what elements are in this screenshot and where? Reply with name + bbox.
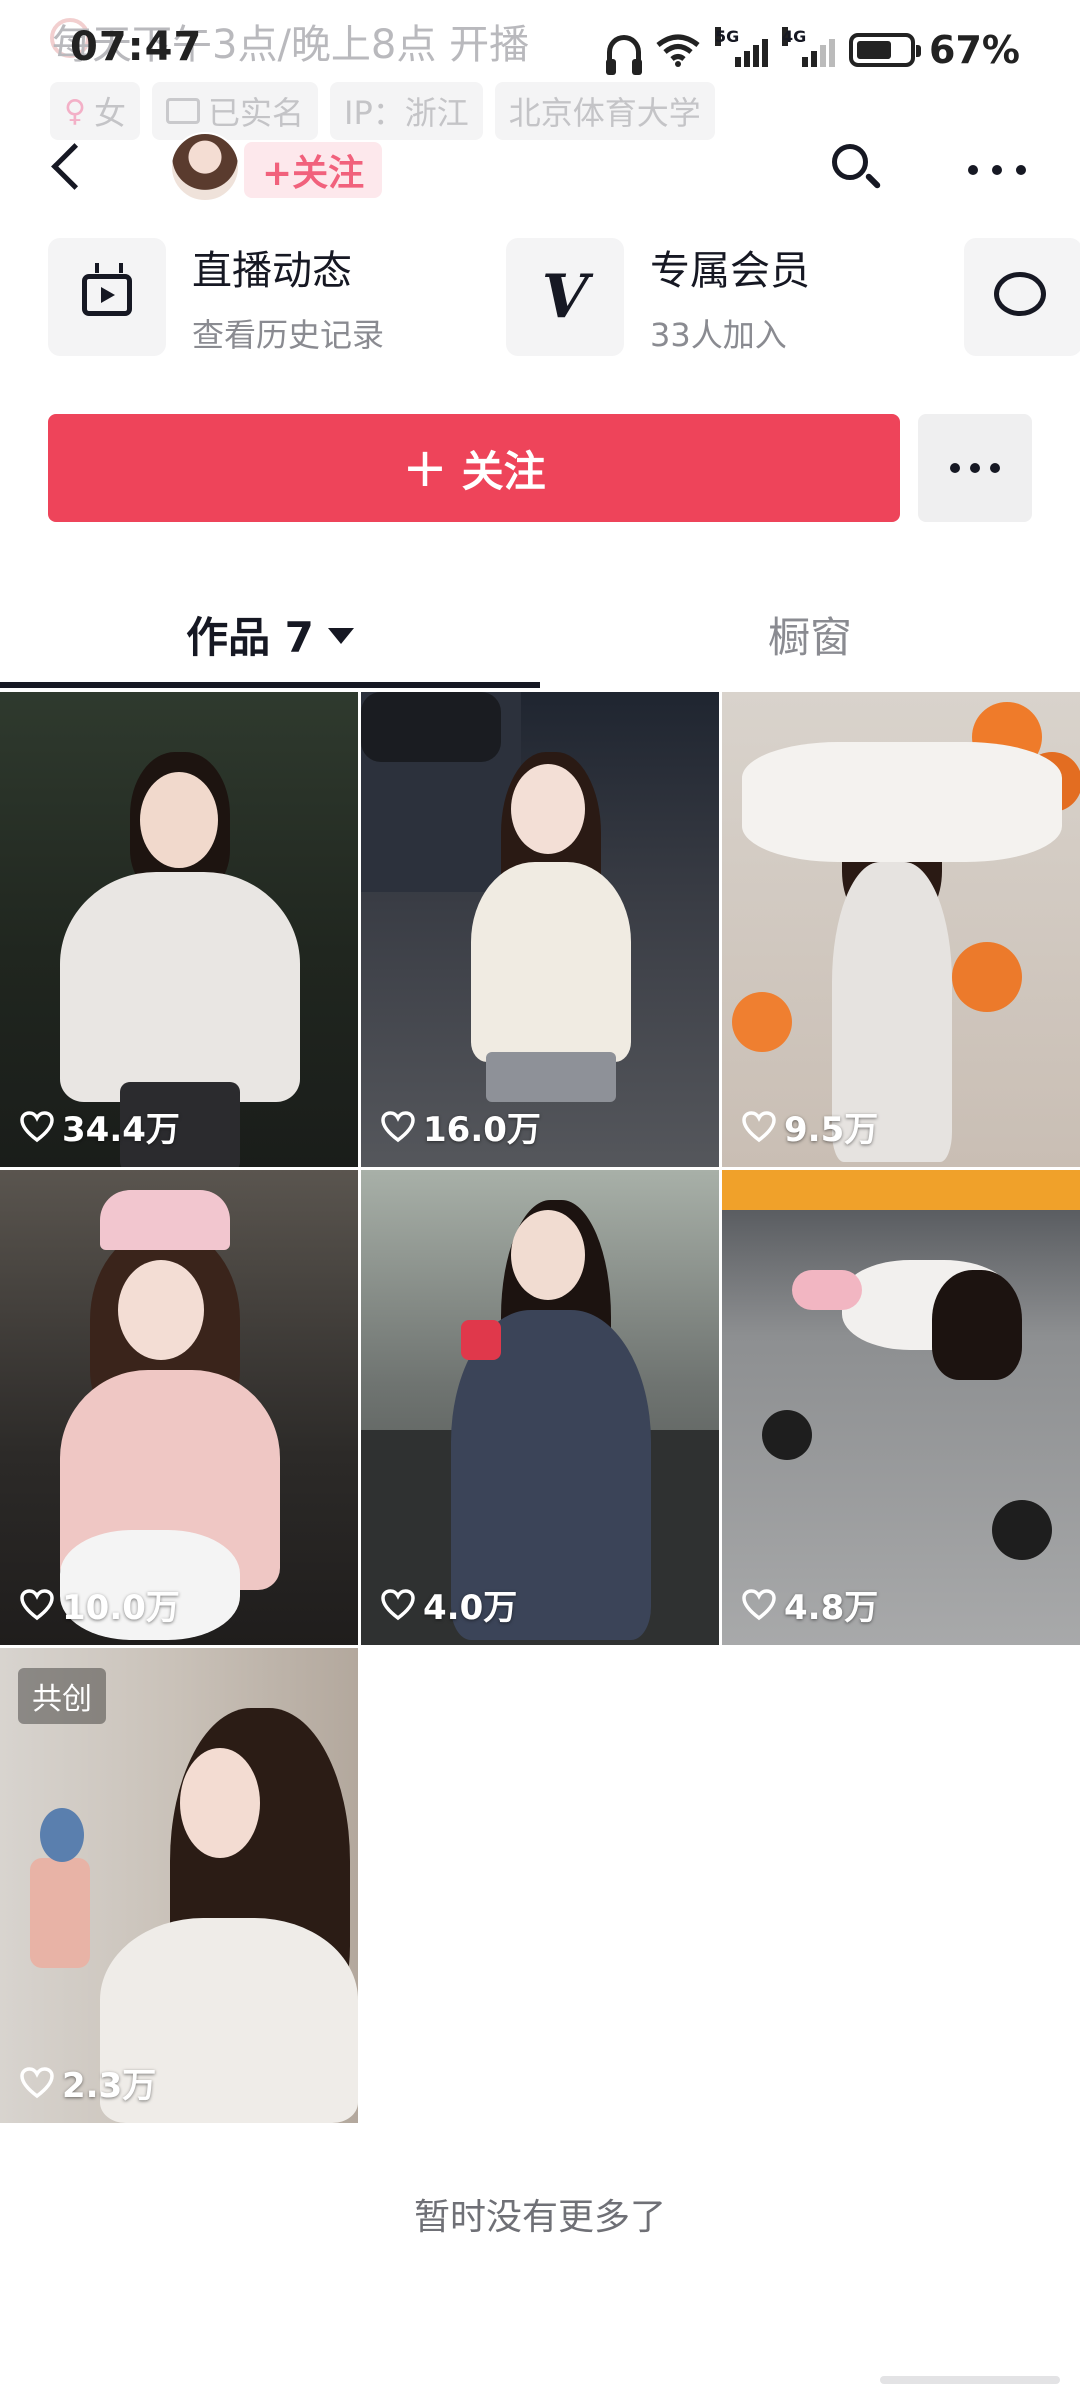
- service-title: 专属会员: [650, 248, 810, 294]
- tv-icon: [82, 274, 132, 316]
- service-icon-box: V: [506, 238, 624, 356]
- tab-label: 橱窗: [767, 612, 852, 662]
- video-grid: 34.4万 16.0万 9.5万 10.0万 4.0万 4.8万 共创 2.3万: [0, 692, 1080, 2123]
- tab-indicator: [0, 682, 540, 688]
- home-indicator[interactable]: [880, 2376, 1060, 2384]
- search-button[interactable]: [826, 138, 886, 198]
- tab-label: 作品 7: [186, 612, 314, 662]
- video-thumbnail[interactable]: 16.0万: [361, 692, 719, 1167]
- phone: [30, 1858, 90, 1968]
- likes-count: 9.5万: [784, 1110, 879, 1150]
- likes-count: 34.4万: [62, 1110, 180, 1150]
- video-thumbnail[interactable]: 4.0万: [361, 1170, 719, 1645]
- battery-icon: [849, 33, 922, 67]
- figure-hair: [932, 1270, 1022, 1380]
- figure-head: [140, 772, 218, 868]
- video-thumbnail[interactable]: 34.4万: [0, 692, 358, 1167]
- video-thumbnail[interactable]: 9.5万: [722, 692, 1080, 1167]
- avatar[interactable]: [170, 132, 240, 202]
- back-button[interactable]: [44, 138, 104, 198]
- figure-shorts: [792, 1270, 862, 1310]
- service-icon-box: [964, 238, 1080, 356]
- service-icon-box: [48, 238, 166, 356]
- plus-icon: +: [402, 436, 448, 499]
- nav-follow-button[interactable]: +关注: [244, 142, 383, 198]
- service-subtitle: 查看历史记录: [192, 316, 385, 354]
- likes-count: 4.8万: [784, 1588, 879, 1628]
- signal-5g-icon: 5G: [715, 27, 769, 67]
- video-likes: 10.0万: [20, 1580, 180, 1629]
- status-time: 07:47: [70, 24, 203, 70]
- more-options-button[interactable]: [962, 142, 1032, 198]
- system-icons: 5G 4G 67%: [606, 27, 1020, 75]
- service-cards: 直播动态 查看历史记录 V 专属会员 33人加入 公 3: [48, 232, 1080, 362]
- v-icon: V: [541, 262, 589, 332]
- likes-count: 4.0万: [423, 1588, 518, 1628]
- dumbbell: [762, 1410, 812, 1460]
- follow-label: 关注: [461, 446, 546, 496]
- heart-icon: [20, 1110, 54, 1143]
- service-title: 直播动态: [192, 248, 352, 294]
- network-4g-label: 4G: [782, 27, 807, 46]
- figure-cap: [100, 1190, 230, 1250]
- figure-skirt: [486, 1052, 616, 1102]
- video-thumbnail[interactable]: 4.8万: [722, 1170, 1080, 1645]
- service-subtitle: 33人加入: [650, 316, 787, 354]
- follow-more-button[interactable]: [918, 414, 1032, 522]
- service-group-chat[interactable]: 公 3: [964, 232, 1080, 362]
- network-5g-label: 5G: [715, 27, 740, 46]
- red-dumbbell: [461, 1320, 501, 1360]
- video-thumbnail[interactable]: 共创 2.3万: [0, 1648, 358, 2123]
- figure-head: [180, 1748, 260, 1858]
- search-icon: [832, 144, 868, 180]
- likes-count: 10.0万: [62, 1588, 180, 1628]
- cocreate-badge: 共创: [18, 1668, 106, 1724]
- gym-lights: [722, 1170, 1080, 1210]
- heart-icon: [381, 1110, 415, 1143]
- end-of-list-text: 暂时没有更多了: [413, 2197, 666, 2238]
- orange-balloon: [952, 942, 1022, 1012]
- dumbbell: [992, 1500, 1052, 1560]
- video-likes: 9.5万: [742, 1102, 878, 1151]
- video-likes: 34.4万: [20, 1102, 180, 1151]
- tab-works[interactable]: 作品 7: [0, 582, 540, 686]
- tab-shop[interactable]: 橱窗: [540, 582, 1080, 686]
- top-navbar: +关注: [0, 120, 1080, 220]
- caret-down-icon[interactable]: [327, 628, 354, 644]
- video-thumbnail[interactable]: 10.0万: [0, 1170, 358, 1645]
- figure-body: [60, 872, 300, 1102]
- heart-icon: [381, 1588, 415, 1621]
- figure-head: [511, 764, 585, 854]
- figure-head: [118, 1260, 204, 1360]
- likes-count: 16.0万: [423, 1110, 541, 1150]
- profile-tabs: 作品 7 橱窗: [0, 582, 1080, 692]
- search-icon-handle: [864, 172, 882, 190]
- heart-icon: [20, 2066, 54, 2099]
- video-likes: 2.3万: [20, 2058, 156, 2107]
- figure-cloak: [742, 742, 1062, 862]
- orange-balloon: [732, 992, 792, 1052]
- likes-count: 2.3万: [62, 2066, 157, 2106]
- thumbnail-image: [722, 1170, 1080, 1645]
- video-likes: 4.0万: [381, 1580, 517, 1629]
- service-live-history[interactable]: 直播动态 查看历史记录: [48, 232, 478, 362]
- video-likes: 16.0万: [381, 1102, 541, 1151]
- chat-icon: [994, 272, 1046, 316]
- follow-button[interactable]: + 关注: [48, 414, 900, 522]
- bird-figurine: [40, 1808, 84, 1862]
- wifi-icon: [655, 33, 701, 67]
- headphone-icon: [606, 35, 643, 75]
- figure-head: [511, 1210, 585, 1300]
- video-likes: 4.8万: [742, 1580, 878, 1629]
- heart-icon: [742, 1588, 776, 1621]
- heart-icon: [20, 1588, 54, 1621]
- battery-percent: 67%: [929, 28, 1020, 72]
- background-car: [361, 692, 501, 762]
- figure-body: [471, 862, 631, 1062]
- service-membership[interactable]: V 专属会员 33人加入: [506, 232, 936, 362]
- signal-4g-icon: 4G: [782, 27, 836, 67]
- heart-icon: [742, 1110, 776, 1143]
